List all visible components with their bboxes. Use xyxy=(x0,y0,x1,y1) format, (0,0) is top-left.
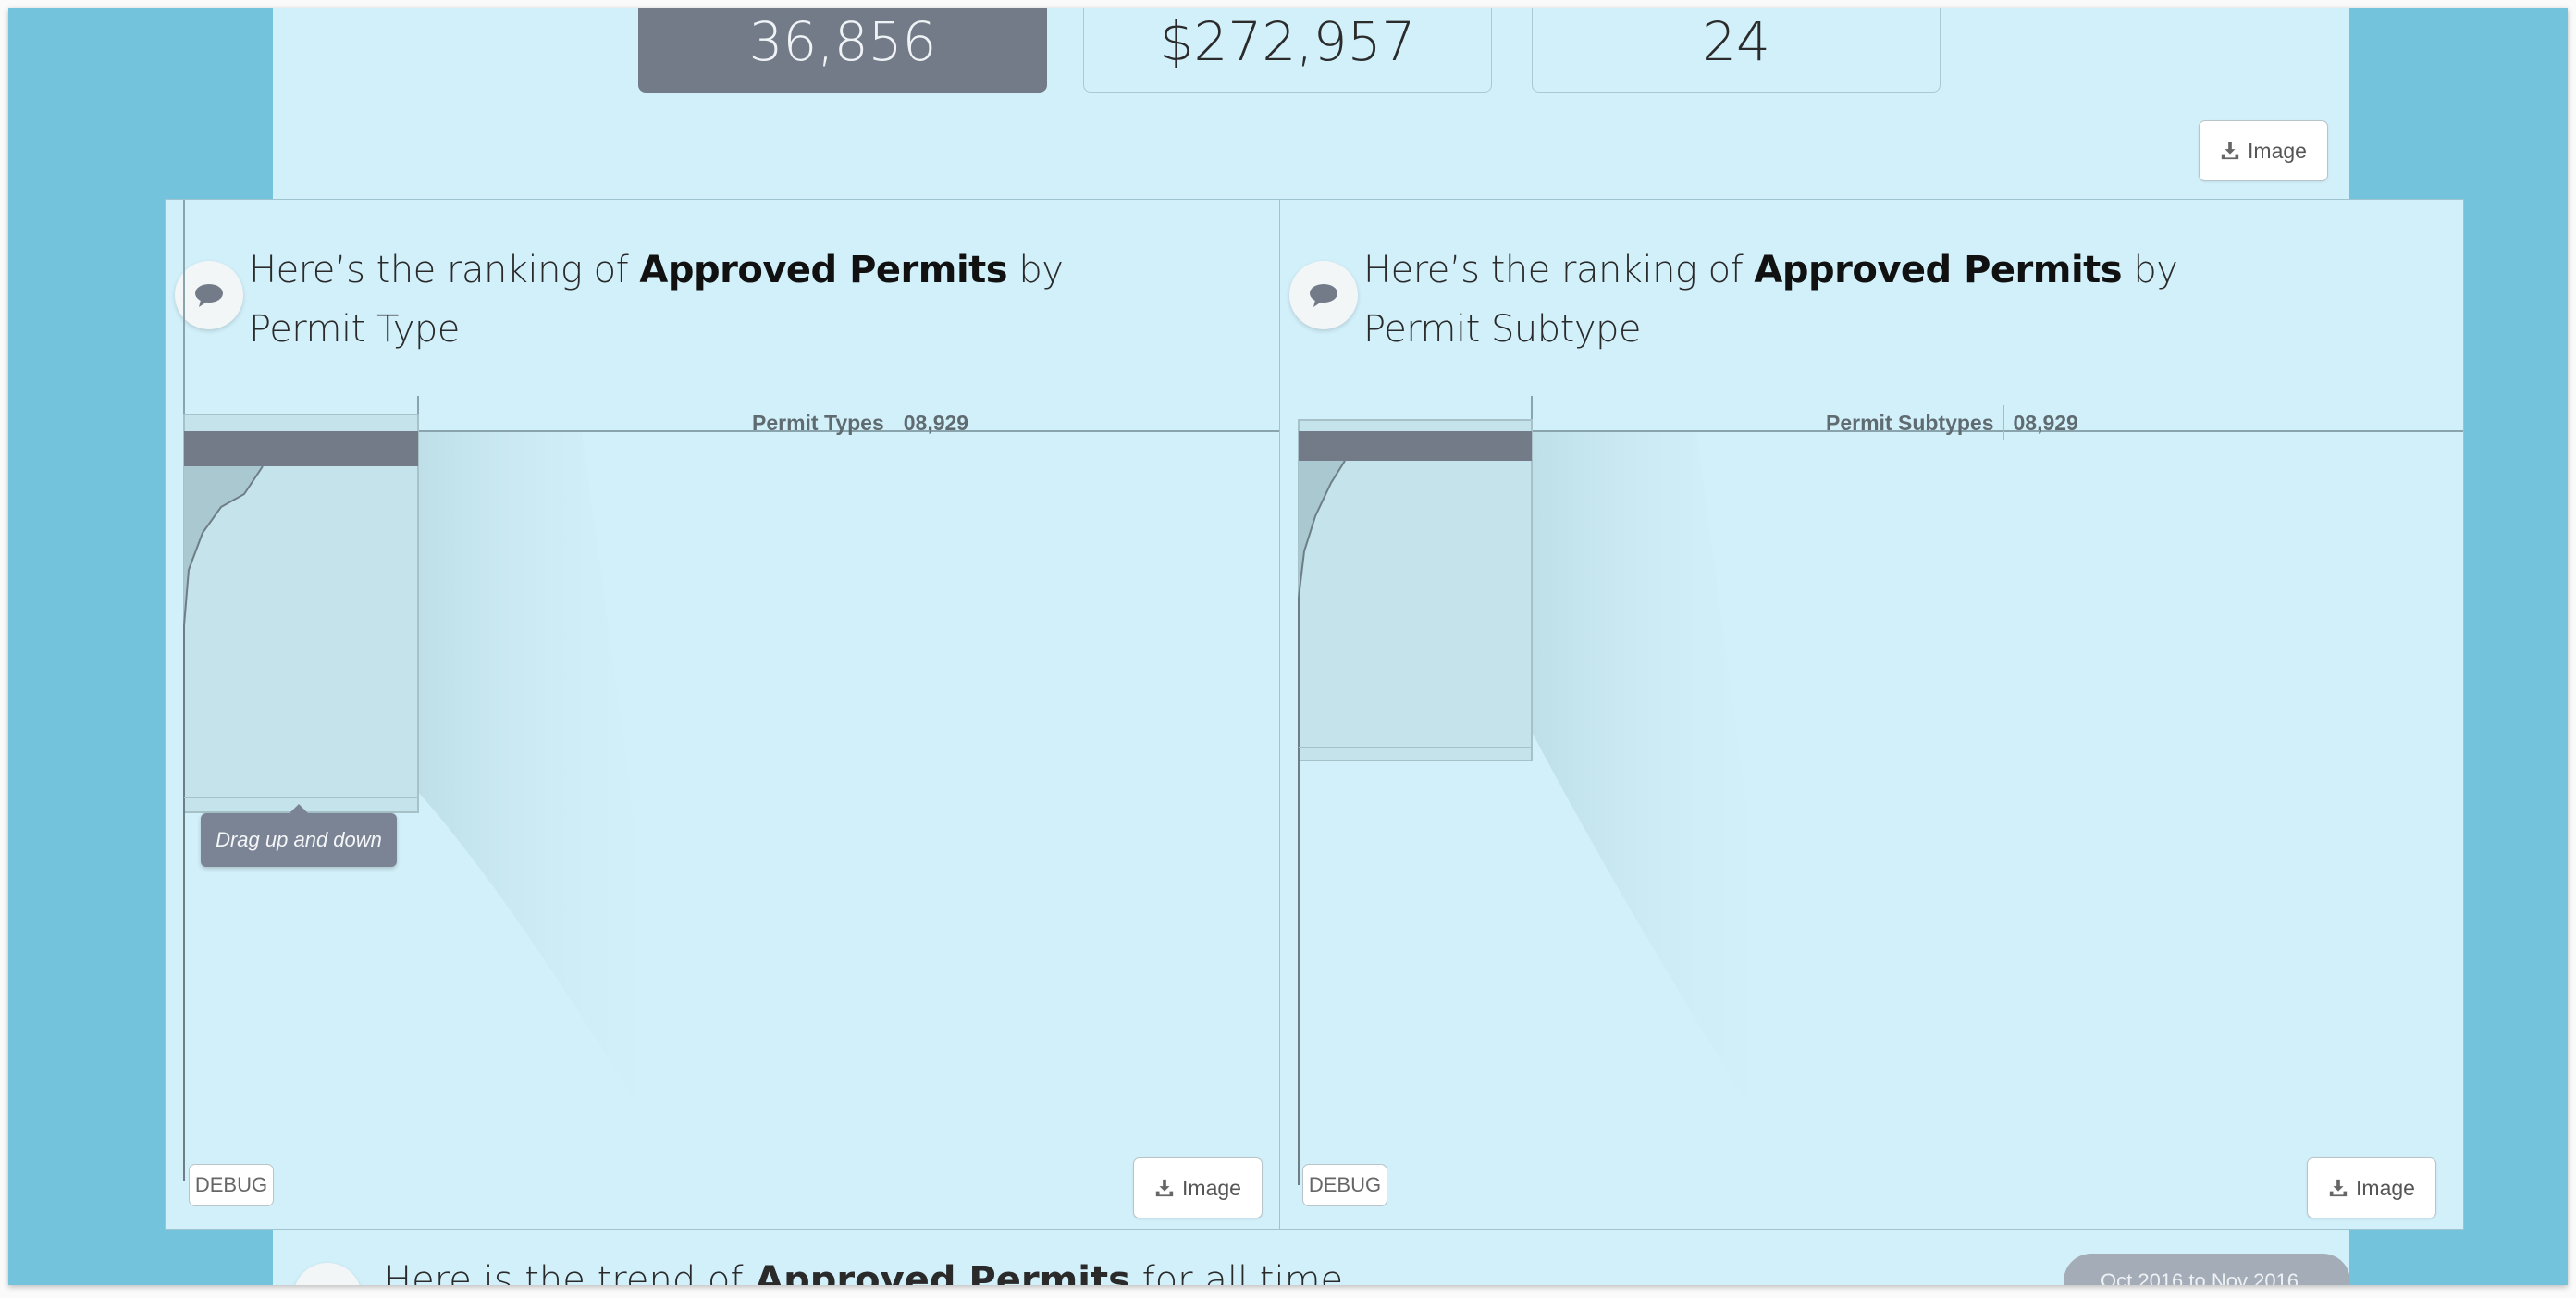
debug-button[interactable]: DEBUG xyxy=(1302,1164,1387,1206)
debug-label: DEBUG xyxy=(1308,1173,1382,1196)
kpi-value: $272,957 xyxy=(1159,9,1416,73)
axis-label: Permit Subtypes 08,929 xyxy=(1826,405,2078,440)
kpi-value: 24 xyxy=(1702,9,1770,73)
kpi-value-total[interactable]: $272,957 xyxy=(1083,8,1492,93)
trend-heading: Here is the trend of Approved Permits fo… xyxy=(384,1259,1343,1285)
download-icon xyxy=(2221,142,2239,160)
axis-name: Permit Types xyxy=(752,410,884,435)
axis-value: 08,929 xyxy=(2013,410,2078,435)
download-icon xyxy=(2329,1179,2348,1197)
kpi-permits[interactable]: 36,856 xyxy=(638,8,1047,93)
image-button[interactable]: Image xyxy=(2307,1157,2436,1218)
drag-tooltip: Drag up and down xyxy=(201,804,397,867)
image-label: Image xyxy=(2356,1175,2415,1200)
axis-label: Permit Types 08,929 xyxy=(752,405,968,440)
debug-label: DEBUG xyxy=(194,1173,268,1196)
download-icon xyxy=(1155,1179,1174,1197)
axis-value: 08,929 xyxy=(903,410,969,435)
image-button[interactable]: Image xyxy=(1133,1157,1263,1218)
trend-heading-prefix: Here is the trend of xyxy=(384,1259,756,1285)
app-frame: 36,856 $272,957 24 Image Here is the tre… xyxy=(8,8,2568,1285)
axis-separator xyxy=(2003,405,2004,440)
zoom-fan xyxy=(418,431,684,1181)
ranking-chart xyxy=(1298,396,2463,1185)
axis-name: Permit Subtypes xyxy=(1826,410,1994,435)
date-range-pill[interactable]: Oct 2016 to Nov 2016 xyxy=(2064,1254,2350,1285)
date-range-label: Oct 2016 to Nov 2016 xyxy=(2101,1269,2299,1285)
kpi-value: 36,856 xyxy=(748,9,937,73)
ranking-chart xyxy=(183,200,1279,1181)
trend-heading-suffix: for all time xyxy=(1129,1259,1344,1285)
image-label: Image xyxy=(2248,138,2307,163)
image-label: Image xyxy=(1182,1175,1241,1200)
debug-button[interactable]: DEBUG xyxy=(189,1164,274,1206)
trend-heading-metric: Approved Permits xyxy=(755,1259,1130,1285)
ranking-panel-permit-type: Here’s the ranking of Approved Permits b… xyxy=(165,199,1280,1230)
top-bar xyxy=(1299,431,1532,461)
tooltip-text: Drag up and down xyxy=(216,828,382,851)
top-bar xyxy=(184,431,418,466)
top-image-button[interactable]: Image xyxy=(2199,120,2328,181)
ranking-panel-permit-subtype: Here’s the ranking of Approved Permits b… xyxy=(1279,199,2464,1230)
zoom-fan xyxy=(1532,431,1798,1185)
kpi-count[interactable]: 24 xyxy=(1532,8,1941,93)
